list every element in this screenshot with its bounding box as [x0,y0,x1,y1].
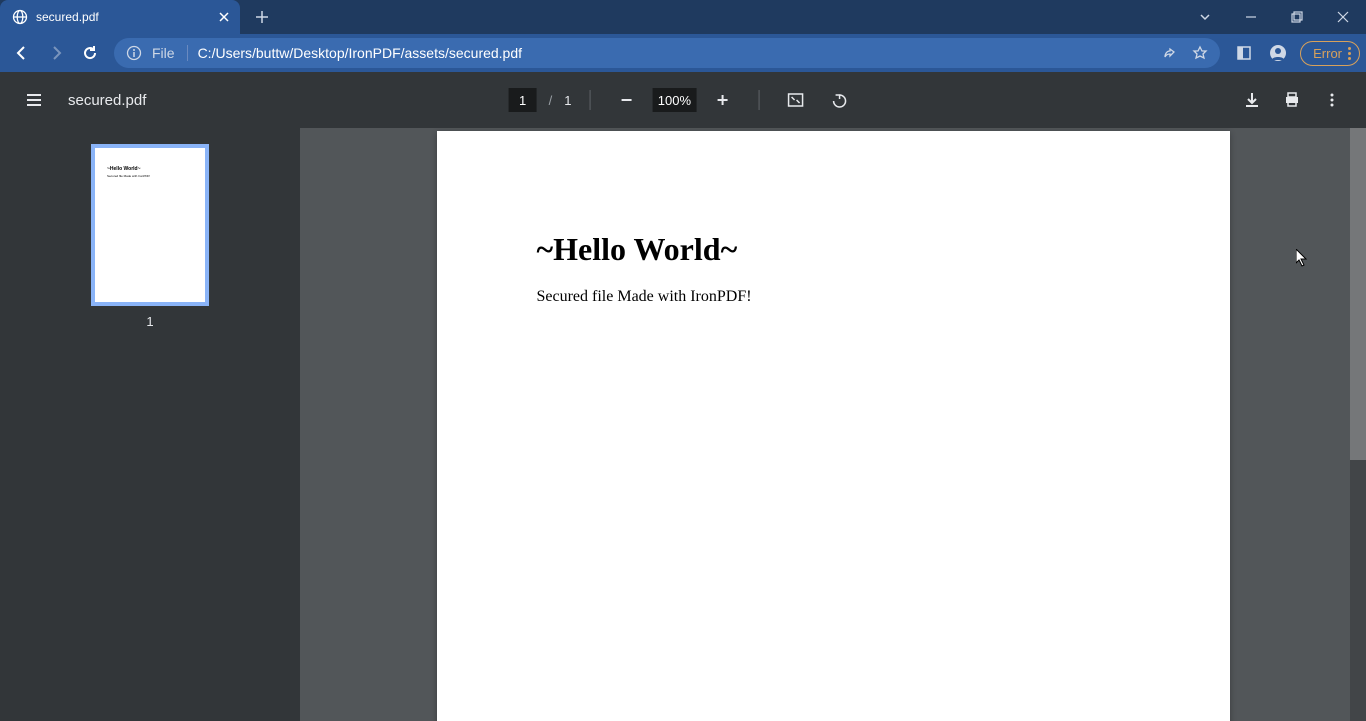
thumbnail-page[interactable]: ~Hello World~ Secured file Made with Iro… [91,144,209,306]
tab-title: secured.pdf [36,10,208,24]
info-icon[interactable] [126,45,142,61]
maximize-button[interactable] [1274,0,1320,34]
profile-button[interactable] [1262,37,1294,69]
page-input[interactable] [509,88,537,112]
thumbnail-heading: ~Hello World~ [107,166,141,172]
scrollbar[interactable] [1350,128,1366,721]
window-controls [1182,0,1366,34]
minimize-button[interactable] [1228,0,1274,34]
forward-button[interactable] [40,37,72,69]
print-button[interactable] [1274,82,1310,118]
more-vert-icon [1348,47,1351,60]
thumbnail-text: Secured file Made with IronPDF! [107,174,150,178]
pdf-more-button[interactable] [1314,82,1350,118]
error-chip[interactable]: Error [1300,41,1360,66]
pdf-page: ~Hello World~ Secured file Made with Iro… [437,131,1230,721]
toolbar-divider [589,90,590,110]
url-scheme: File [152,45,175,61]
reload-button[interactable] [74,37,106,69]
toolbar-divider [758,90,759,110]
fit-page-button[interactable] [777,82,813,118]
thumbnail-panel[interactable]: ~Hello World~ Secured file Made with Iro… [0,128,300,721]
address-bar-row: File C:/Users/buttw/Desktop/IronPDF/asse… [0,34,1366,72]
zoom-out-button[interactable] [608,82,644,118]
tab-search-button[interactable] [1182,0,1228,34]
scrollbar-thumb[interactable] [1350,128,1366,460]
address-bar[interactable]: File C:/Users/buttw/Desktop/IronPDF/asse… [114,38,1220,68]
url-path: C:/Users/buttw/Desktop/IronPDF/assets/se… [198,45,522,61]
page-total: 1 [564,93,571,108]
new-tab-button[interactable] [248,3,276,31]
close-tab-button[interactable] [216,9,232,25]
close-window-button[interactable] [1320,0,1366,34]
pdf-menu-button[interactable] [16,82,52,118]
share-icon[interactable] [1162,45,1178,61]
page-separator: / [549,93,553,108]
document-heading: ~Hello World~ [537,231,1130,268]
document-body: Secured file Made with IronPDF! [537,288,1130,306]
globe-icon [12,9,28,25]
error-chip-label: Error [1313,46,1342,61]
pdf-toolbar: secured.pdf / 1 [0,72,1366,128]
page-view[interactable]: ~Hello World~ Secured file Made with Iro… [300,128,1366,721]
zoom-in-button[interactable] [704,82,740,118]
bookmark-icon[interactable] [1192,45,1208,61]
url-divider [187,45,188,61]
download-button[interactable] [1234,82,1270,118]
side-panel-button[interactable] [1228,37,1260,69]
back-button[interactable] [6,37,38,69]
zoom-input[interactable] [652,88,696,112]
browser-tab-bar: secured.pdf [0,0,1366,34]
pdf-filename: secured.pdf [68,92,146,109]
browser-tab[interactable]: secured.pdf [0,0,240,34]
thumbnail-label: 1 [146,314,153,329]
pdf-viewer-area: ~Hello World~ Secured file Made with Iro… [0,128,1366,721]
rotate-button[interactable] [821,82,857,118]
